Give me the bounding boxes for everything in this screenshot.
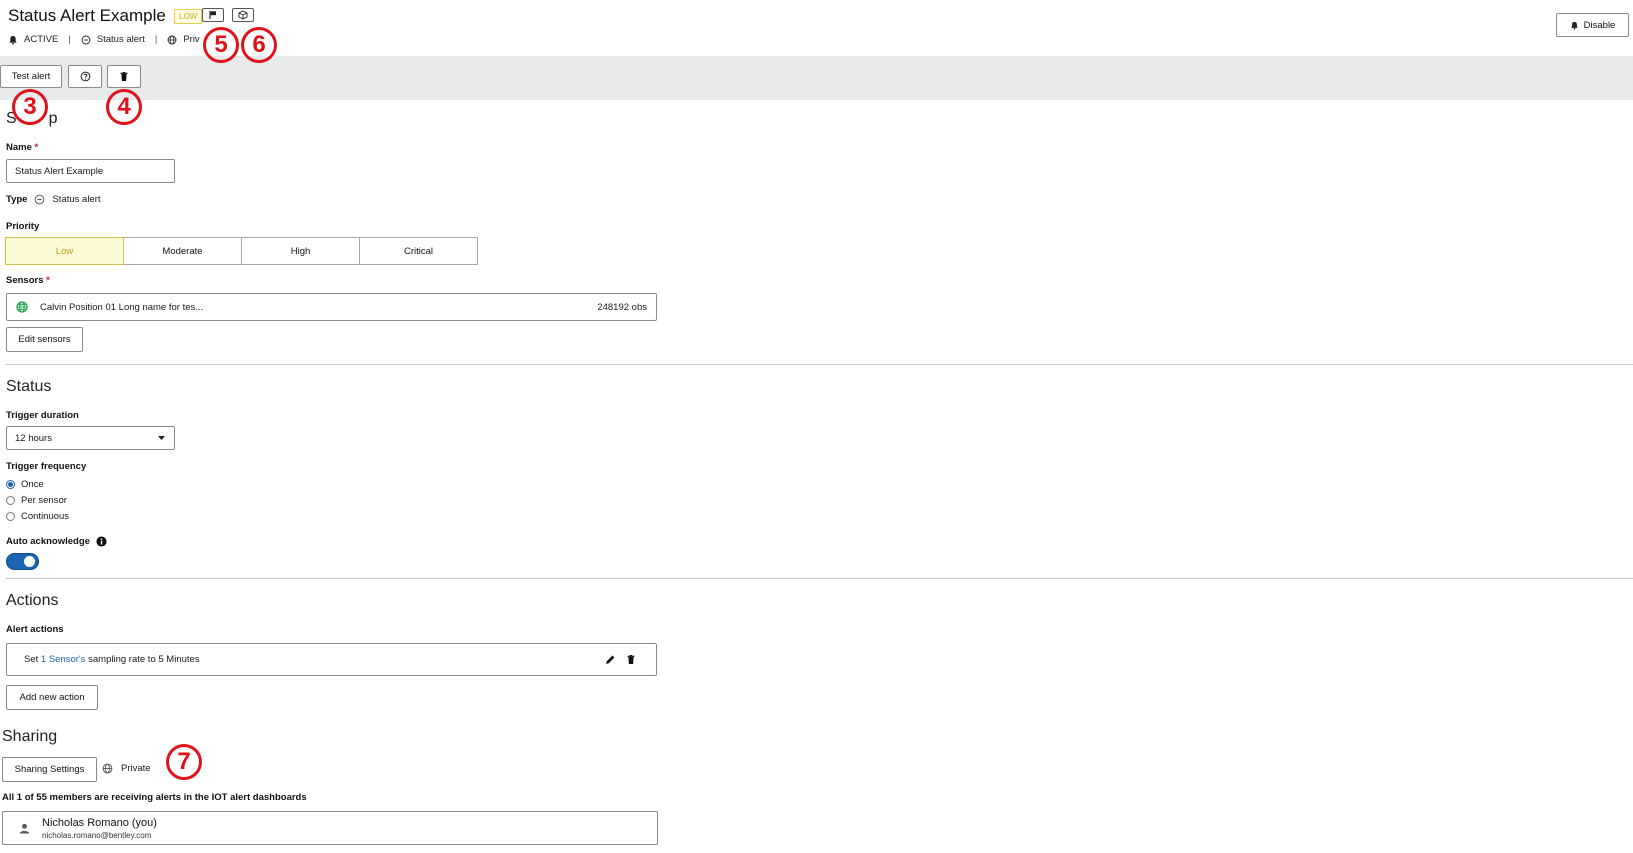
name-input[interactable]: Status Alert Example xyxy=(6,159,175,183)
page-title: Status Alert Example xyxy=(8,6,166,25)
info-icon[interactable] xyxy=(96,536,107,547)
sharing-visibility: Private xyxy=(102,763,151,774)
alert-action-row: Set 1 Sensor's sampling rate to 5 Minute… xyxy=(6,643,657,676)
callout-marker: 4 xyxy=(106,89,142,125)
alert-meta: ACTIVE | Status alert | Priv xyxy=(8,34,200,45)
disable-label: Disable xyxy=(1583,19,1616,31)
alert-action-text: Set 1 Sensor's sampling rate to 5 Minute… xyxy=(24,654,200,665)
members-note: All 1 of 55 members are receiving alerts… xyxy=(2,792,307,803)
sharing-settings-button[interactable]: Sharing Settings xyxy=(2,757,97,782)
type-value: Status alert xyxy=(52,194,101,205)
status-text: ACTIVE xyxy=(24,34,59,45)
bell-icon xyxy=(9,35,17,44)
sensor-info: Calvin Position 01 Long name for tes... xyxy=(16,301,203,313)
priority-option-critical[interactable]: Critical xyxy=(359,237,478,265)
name-label: Name * xyxy=(6,142,38,153)
edit-sensors-button[interactable]: Edit sensors xyxy=(6,327,83,352)
section-divider xyxy=(6,578,1633,579)
action-row-controls xyxy=(605,654,636,665)
sensor-obs-count: 248192 obs xyxy=(597,301,647,313)
visibility-text: Priv xyxy=(183,34,200,45)
callout-marker: 6 xyxy=(241,27,277,63)
name-label-text: Name xyxy=(6,142,32,153)
member-name: Nicholas Romano (you) xyxy=(42,816,157,829)
trash-icon[interactable] xyxy=(626,654,636,665)
frequency-option-continuous[interactable]: Continuous xyxy=(6,511,69,522)
trigger-frequency-label: Trigger frequency xyxy=(6,461,87,472)
required-mark: * xyxy=(46,275,50,286)
frequency-option-label: Continuous xyxy=(21,511,70,522)
type-text: Status alert xyxy=(96,34,145,45)
required-mark: * xyxy=(34,142,39,153)
callout-marker: 5 xyxy=(203,27,239,63)
frequency-option-label: Once xyxy=(21,479,44,490)
priority-badge: LOW xyxy=(174,9,203,24)
member-row: Nicholas Romano (you) nicholas.romano@be… xyxy=(2,811,658,845)
separator: | xyxy=(68,34,71,45)
toggle-knob xyxy=(24,556,35,567)
radio-button[interactable] xyxy=(6,480,15,489)
disable-button[interactable]: Disable xyxy=(1556,13,1629,37)
separator: | xyxy=(154,34,158,45)
sensor-count-link[interactable]: 1 Sensor's xyxy=(41,654,86,665)
callout-marker: 7 xyxy=(166,744,202,780)
member-details: Nicholas Romano (you) nicholas.romano@be… xyxy=(42,817,157,840)
frequency-option-per-sensor[interactable]: Per sensor xyxy=(6,495,67,506)
globe-icon xyxy=(16,301,28,313)
cube-button[interactable] xyxy=(232,8,254,22)
priority-option-high[interactable]: High xyxy=(241,237,360,265)
actions-section-title: Actions xyxy=(6,592,59,609)
sharing-visibility-text: Private xyxy=(121,763,151,774)
priority-selector: Low Moderate High Critical xyxy=(5,237,478,265)
frequency-option-once[interactable]: Once xyxy=(6,479,44,490)
flag-button[interactable] xyxy=(202,8,224,22)
add-new-action-button[interactable]: Add new action xyxy=(6,685,98,710)
sensor-name: Calvin Position 01 Long name for tes... xyxy=(40,301,204,313)
toolbar xyxy=(0,56,1633,100)
priority-label: Priority xyxy=(6,221,40,232)
sensor-row[interactable]: Calvin Position 01 Long name for tes... … xyxy=(6,293,657,321)
sensors-label-text: Sensors xyxy=(6,275,44,286)
user-icon xyxy=(19,823,30,833)
frequency-option-label: Per sensor xyxy=(21,495,67,506)
alert-actions-label: Alert actions xyxy=(6,624,64,635)
globe-icon xyxy=(102,763,113,774)
callout-marker: 3 xyxy=(12,89,48,125)
priority-option-moderate[interactable]: Moderate xyxy=(123,237,242,265)
auto-ack-row: Auto acknowledge xyxy=(6,536,107,547)
pencil-icon[interactable] xyxy=(605,654,616,665)
test-alert-button[interactable]: Test alert xyxy=(0,65,62,88)
trigger-duration-label: Trigger duration xyxy=(6,410,79,421)
section-divider xyxy=(6,364,1633,365)
type-row: Type Status alert xyxy=(6,194,101,205)
help-icon xyxy=(80,71,90,82)
trigger-duration-value: 12 hours xyxy=(15,432,52,444)
status-section-title: Status xyxy=(6,378,52,395)
cube-icon xyxy=(238,10,248,20)
action-prefix: Set xyxy=(24,654,39,665)
flag-icon xyxy=(209,11,216,19)
bell-icon xyxy=(1570,21,1578,30)
auto-ack-label: Auto acknowledge xyxy=(6,536,90,547)
setup-title-end: p xyxy=(48,110,58,127)
member-email: nicholas.romano@bentley.com xyxy=(42,830,152,840)
status-alert-icon xyxy=(35,194,45,205)
type-label: Type xyxy=(6,194,28,205)
delete-alert-button[interactable] xyxy=(107,65,141,88)
help-button[interactable] xyxy=(68,65,102,88)
trigger-duration-select[interactable]: 12 hours xyxy=(6,426,175,450)
status-alert-icon xyxy=(81,35,91,44)
sharing-section-title: Sharing xyxy=(2,728,58,745)
action-suffix: sampling rate to 5 Minutes xyxy=(88,654,200,665)
auto-ack-toggle[interactable] xyxy=(6,553,39,570)
trash-icon xyxy=(120,72,128,81)
caret-down-icon xyxy=(158,436,165,440)
sensors-label: Sensors * xyxy=(6,275,50,286)
radio-button[interactable] xyxy=(6,512,15,521)
radio-button[interactable] xyxy=(6,496,15,505)
globe-icon xyxy=(167,35,177,44)
priority-option-low[interactable]: Low xyxy=(5,237,124,265)
